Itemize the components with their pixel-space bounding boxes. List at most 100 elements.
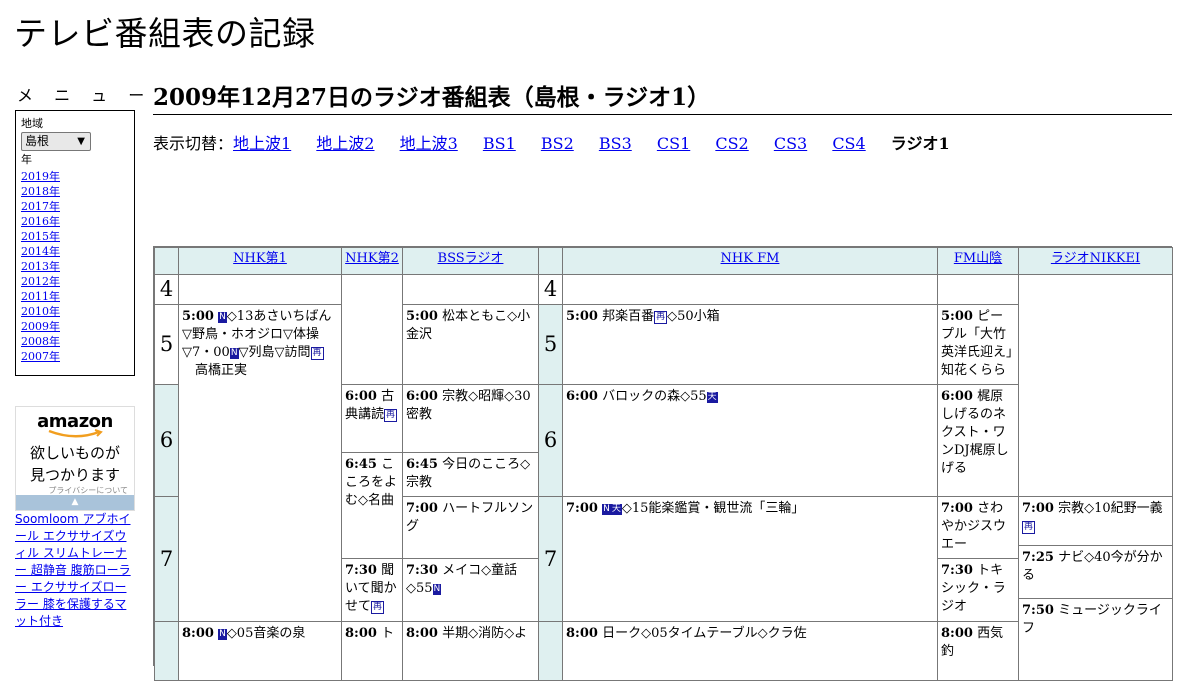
rerun-badge-icon: 再 (310, 347, 324, 360)
program-empty (341, 274, 403, 385)
program-cell[interactable]: 5:00 松本ともこ◇小金沢 (402, 304, 539, 385)
news-badge-icon: N (602, 504, 611, 515)
news-badge-icon: N (218, 312, 227, 323)
news-badge-icon: N (432, 584, 442, 595)
region-label: 地域 (21, 117, 43, 130)
hour-label: 6 (154, 384, 179, 497)
station-header-nhk1[interactable]: NHK第1 (178, 247, 342, 275)
program-cell[interactable]: 7:30 トキシック・ラジオ (937, 558, 1019, 622)
region-select-value: 島根 (25, 134, 50, 148)
tab-bs2[interactable]: BS2 (541, 134, 574, 153)
program-cell[interactable]: 5:00 ピープル「大竹英洋氏迎え」知花くらら (937, 304, 1019, 385)
program-empty (937, 274, 1019, 305)
tab-cs3[interactable]: CS3 (774, 134, 807, 153)
stereo-badge-icon: 天 (610, 504, 622, 515)
program-cell[interactable]: 8:00 半期◇消防◇よ (402, 621, 539, 681)
program-cell[interactable]: 7:00 ハートフルソング (402, 496, 539, 559)
year-link[interactable]: 2016年 (21, 215, 60, 228)
news-badge-icon: N (229, 348, 239, 359)
rerun-badge-icon: 再 (371, 601, 385, 614)
hour-label: 4 (154, 274, 179, 305)
program-cell[interactable]: 8:00 N◇05音楽の泉 (178, 621, 342, 681)
year-link[interactable]: 2007年 (21, 350, 60, 363)
display-switch: 表示切替：地上波1 地上波2 地上波3 BS1 BS2 BS3 CS1 CS2 … (153, 134, 950, 154)
program-cell[interactable]: 6:45 こころをよむ◇名曲 (341, 452, 403, 559)
year-link[interactable]: 2008年 (21, 335, 60, 348)
program-cell[interactable]: 6:00 バロックの森◇55天 (562, 384, 938, 497)
rerun-badge-icon: 再 (1022, 521, 1036, 534)
year-link[interactable]: 2019年 (21, 170, 60, 183)
program-cell[interactable]: 7:00 N 天◇15能楽鑑賞・観世流「三輪」 (562, 496, 938, 622)
menu-heading: メ ニ ュ ー (17, 86, 153, 105)
year-link[interactable]: 2014年 (21, 245, 60, 258)
switch-prefix: 表示切替： (153, 134, 234, 153)
program-empty (562, 274, 938, 305)
program-cell[interactable]: 7:50 ミュージックライフ (1018, 598, 1173, 681)
tab-bs1[interactable]: BS1 (483, 134, 516, 153)
dropdown-arrow-icon: ▼ (77, 136, 85, 147)
station-header-bss[interactable]: BSSラジオ (402, 247, 539, 275)
hour-label (154, 621, 179, 681)
program-cell[interactable]: 6:00 梶原しげるのネクスト・ワンDJ梶原しげる (937, 384, 1019, 497)
program-cell[interactable]: 6:00 宗教◇昭輝◇30密教 (402, 384, 539, 453)
tab-cs4[interactable]: CS4 (832, 134, 865, 153)
hour-label: 6 (538, 384, 563, 497)
program-cell[interactable]: 7:00 宗教◇10紀野一義再 (1018, 496, 1173, 546)
region-select[interactable]: 島根 ▼ (21, 132, 91, 151)
year-link[interactable]: 2011年 (21, 290, 60, 303)
program-cell[interactable]: 7:30 メイコ◇童話◇55N (402, 558, 539, 622)
program-cell[interactable]: 5:00 N◇13あさいちばん▽野鳥・ホオジロ▽体操▽7・00N▽列島▽訪問再 … (178, 304, 342, 622)
station-header-fmsanin[interactable]: FM山陰 (937, 247, 1019, 275)
hour-label: 5 (154, 304, 179, 385)
site-title: テレビ番組表の記録 (14, 14, 316, 53)
page-heading: 2009年12月27日のラジオ番組表（島根・ラジオ1） (153, 82, 1172, 115)
program-cell[interactable]: 7:25 ナビ◇40今が分かる (1018, 545, 1173, 599)
program-cell[interactable]: 7:00 さわやかジスウエー (937, 496, 1019, 559)
year-list: 2019年 2018年 2017年 2016年 2015年 2014年 2013… (21, 169, 129, 364)
ad-text: 欲しいものが 見つかります (29, 444, 120, 484)
amazon-logo: amazon (37, 411, 113, 432)
year-link[interactable]: 2017年 (21, 200, 60, 213)
year-link[interactable]: 2009年 (21, 320, 60, 333)
tab-terrestrial-3[interactable]: 地上波3 (400, 134, 458, 153)
chevron-up-icon: ▲ (71, 497, 79, 507)
stereo-badge-icon: 天 (706, 392, 718, 403)
news-badge-icon: N (218, 629, 227, 640)
year-link[interactable]: 2010年 (21, 305, 60, 318)
station-header-nhkfm[interactable]: NHK FM (562, 247, 938, 275)
tab-cs1[interactable]: CS1 (657, 134, 690, 153)
tab-cs2[interactable]: CS2 (715, 134, 748, 153)
year-link[interactable]: 2013年 (21, 260, 60, 273)
tab-terrestrial-1[interactable]: 地上波1 (233, 134, 291, 153)
tab-radio-1-current: ラジオ1 (890, 134, 950, 153)
ad-collapse-bar[interactable]: ▲ (16, 495, 134, 510)
tab-bs3[interactable]: BS3 (599, 134, 632, 153)
program-empty (402, 274, 539, 305)
program-cell[interactable]: 8:00 日ーク◇05タイムテーブル◇クラ佐 (562, 621, 938, 681)
hour-header-blank (538, 247, 563, 275)
station-header-radionikkei[interactable]: ラジオNIKKEI (1018, 247, 1173, 275)
program-empty (178, 274, 342, 305)
hour-label (538, 621, 563, 681)
year-link[interactable]: 2018年 (21, 185, 60, 198)
amazon-ad[interactable]: amazon 欲しいものが 見つかります プライバシーについて ▲ (15, 406, 135, 511)
hour-label: 4 (538, 274, 563, 305)
hour-header-blank (154, 247, 179, 275)
program-cell[interactable]: 7:30 聞いて聞かせて再 (341, 558, 403, 622)
product-link[interactable]: Soomloom アブホイール エクササイズウィル スリムトレーナー 超静音 腹… (15, 511, 137, 630)
program-empty (1018, 274, 1173, 497)
station-header-nhk2[interactable]: NHK第2 (341, 247, 403, 275)
hour-label: 7 (538, 496, 563, 622)
year-link[interactable]: 2015年 (21, 230, 60, 243)
hour-label: 5 (538, 304, 563, 385)
program-cell[interactable]: 6:45 今日のこころ◇宗教 (402, 452, 539, 497)
year-link[interactable]: 2012年 (21, 275, 60, 288)
program-cell[interactable]: 8:00 西気釣 (937, 621, 1019, 681)
tab-terrestrial-2[interactable]: 地上波2 (316, 134, 374, 153)
rerun-badge-icon: 再 (654, 311, 668, 324)
program-cell[interactable]: 6:00 古典講読再 (341, 384, 403, 453)
program-cell[interactable]: 5:00 邦楽百番再 ◇50小箱 (562, 304, 938, 385)
hour-label: 7 (154, 496, 179, 622)
program-cell[interactable]: 8:00 ト (341, 621, 403, 681)
schedule-grid: NHK第1 NHK第2 BSSラジオ NHK FM FM山陰 ラジオNIKKEI… (153, 246, 1173, 681)
